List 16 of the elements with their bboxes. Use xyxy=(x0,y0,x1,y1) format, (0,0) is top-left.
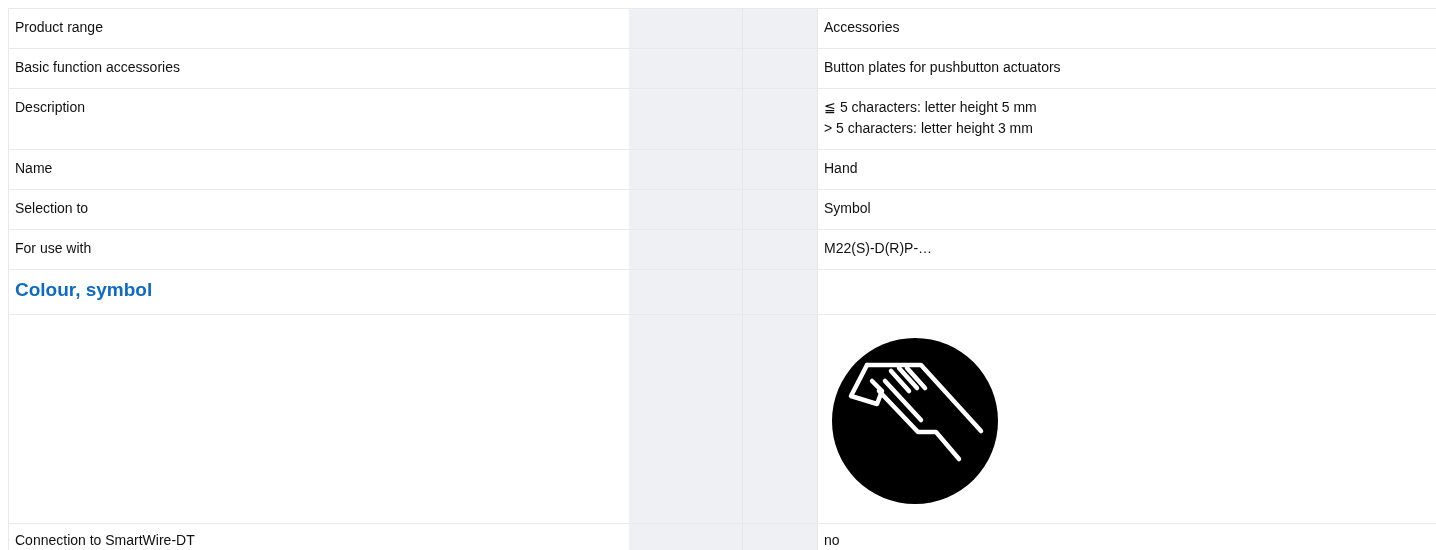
row-value: ≦ 5 characters: letter height 5 mm > 5 characters: letter height 3 mm xyxy=(823,98,1038,138)
row-label: For use with xyxy=(14,239,93,258)
section-heading: Colour, symbol xyxy=(15,278,153,302)
hand-symbol-icon xyxy=(831,337,999,505)
row-value: Button plates for pushbutton actuators xyxy=(823,58,1062,77)
row-value: M22(S)-D(R)P-… xyxy=(823,239,934,258)
row-value: Symbol xyxy=(823,199,872,218)
row-value: Accessories xyxy=(823,18,901,37)
row-label: Name xyxy=(14,159,54,178)
row-label: Product range xyxy=(14,18,104,37)
row-label: Selection to xyxy=(14,199,90,218)
row-value: Hand xyxy=(823,159,859,178)
row-label: Description xyxy=(14,98,87,117)
row-value: no xyxy=(823,531,841,550)
row-label: Basic function accessories xyxy=(14,58,181,77)
row-label: Connection to SmartWire-DT xyxy=(14,531,196,550)
